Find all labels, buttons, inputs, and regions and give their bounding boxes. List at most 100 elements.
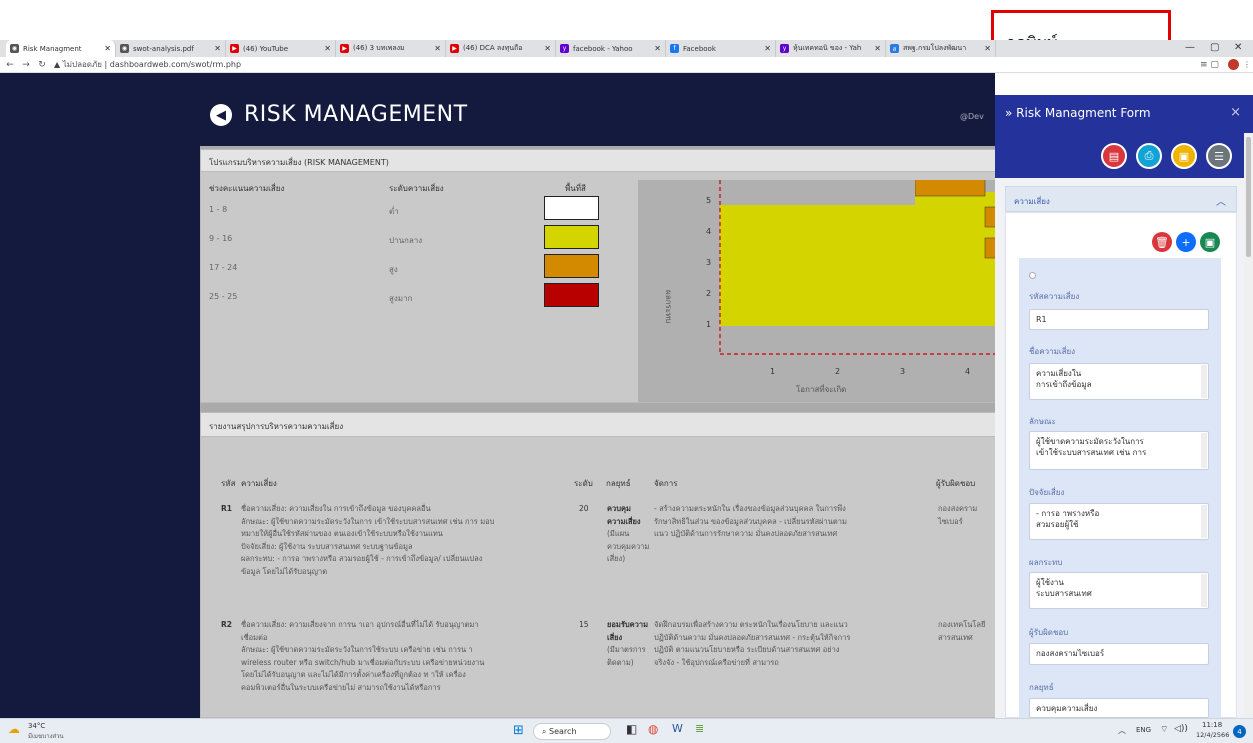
legend-level: สูงมาก [389,294,413,303]
maximize-icon[interactable]: ▢ [1210,42,1219,53]
textarea-nature[interactable]: ผู้ใช้ขาดความระมัดระวังในการ เข้าใช้ระบบ… [1029,431,1209,470]
legend-range: 9 - 16 [209,234,233,243]
profile-avatar[interactable] [1228,59,1239,70]
legend-level: ปานกลาง [389,236,423,245]
x-tick-label: 4 [965,367,970,376]
strategy-line: (มีมาตรการ [607,645,646,654]
forward-icon[interactable]: → [20,60,32,70]
risk-line: ผลกระทบ: - การอ าพรางหรือ สวมรอยผู้ใช้ -… [241,554,483,563]
tab-title: หุ้นเทคทอนิ ของ - Yah [793,44,862,52]
word-icon[interactable]: W [672,722,683,735]
language-indicator[interactable]: ENG [1136,726,1151,734]
notepad-icon[interactable]: ≣ [695,722,704,735]
side-top-strip [995,73,1253,95]
print-button[interactable]: ⎙ [1136,143,1162,169]
textarea-name[interactable]: ความเสี่ยงใน การเข้าถึงข้อมูล [1029,363,1209,400]
scroll-thumb[interactable] [1246,137,1251,257]
url-field[interactable]: ▲ ไม่ปลอดภัย | dashboardweb.com/swot/rm.… [54,58,241,71]
taskbar-search[interactable]: ⌕ Search [533,723,611,740]
tab-close-icon[interactable]: ✕ [434,44,441,53]
label-impact: ผลกระทบ [1029,558,1063,567]
risk-line: ลักษณะ: ผู้ใช้ขาดความระมัดระวังในการ เข้… [241,516,495,526]
delete-button[interactable]: 🗑 [1152,232,1172,252]
tab-favicon-icon: ▶ [450,44,459,53]
notification-badge[interactable]: 4 [1233,725,1246,738]
radio-select[interactable] [1029,272,1036,279]
textarea-nature-text: ผู้ใช้ขาดความระมัดระวังในการ เข้าใช้ระบบ… [1036,437,1147,457]
browser-tab[interactable]: y หุ้นเทคทอนิ ของ - Yah ✕ [776,40,886,57]
x-tick-label: 3 [900,367,905,376]
tab-close-icon[interactable]: ✕ [214,44,221,53]
wifi-icon[interactable]: ⌔ [1160,724,1168,735]
tab-close-icon[interactable]: ✕ [104,44,111,53]
x-tick-label: 2 [835,367,840,376]
tab-title: (46) 3 บทเพลงม [353,44,405,52]
scrollbar[interactable] [1201,433,1207,468]
report-owner-cell: กองเทคโนโลยี สารสนเทศ [938,619,999,644]
pdf-button[interactable]: ▤ [1101,143,1127,169]
browser-tab[interactable]: ◉ Risk Managment ✕ [6,40,116,57]
textarea-impact[interactable]: ผู้ใช้งาน ระบบสารสนเทศ [1029,572,1209,609]
risk-section-toggle[interactable]: ความเสี่ยง ︿ [1005,186,1237,212]
tab-close-icon[interactable]: ✕ [654,44,661,53]
textarea-factor[interactable]: - การอ าพรางหรือ สวมรอยผู้ใช้ [1029,503,1209,540]
clock-time[interactable]: 11:18 [1202,721,1222,729]
browser-tab[interactable]: ▶ (46) YouTube ✕ [226,40,336,57]
browser-tab[interactable]: ▶ (46) 3 บทเพลงม ✕ [336,40,446,57]
extensions-icon[interactable]: ≡ ▢ [1200,60,1219,70]
menu-icon[interactable]: ⋮ [1243,60,1251,69]
tab-close-icon[interactable]: ✕ [984,44,991,53]
browser-tab[interactable]: ▶ (46) DCA ลงทุนถือ ✕ [446,40,556,57]
tab-close-icon[interactable]: ✕ [544,44,551,53]
heat-cell-empty [720,180,915,205]
input-code[interactable]: R1 [1029,309,1209,330]
risk-line: หมายให้ผู้อื่นใช้รหัสผ่านของ ตนเองเข้าใช… [241,529,443,538]
security-label: ไม่ปลอดภัย [62,60,102,69]
tray-chevron-icon[interactable]: ︿ [1118,725,1126,736]
browser-tab[interactable]: ส สพฐ.กรมโปลงพัฒนา ✕ [886,40,996,57]
add-button[interactable]: + [1176,232,1196,252]
browser-tab[interactable]: f Facebook ✕ [666,40,776,57]
minimize-icon[interactable]: — [1185,42,1195,53]
clock-date[interactable]: 12/4/2566 [1196,731,1229,739]
url-text: dashboardweb.com/swot/rm.php [109,60,242,69]
legend-swatch [544,225,599,249]
scrollbar[interactable] [1201,574,1207,607]
x-axis-label: โอกาสที่จะเกิด [796,383,846,394]
page-title: RISK MANAGEMENT [244,102,468,127]
browser-tab[interactable]: y facebook - Yahoo ✕ [556,40,666,57]
input-owner[interactable]: กองสงครามไซเบอร์ [1029,643,1209,665]
scrollbar[interactable] [1201,365,1207,398]
scrollbar[interactable] [1201,505,1207,538]
side-close-icon[interactable]: × [1230,105,1241,120]
save-button[interactable]: ▣ [1200,232,1220,252]
window-close-icon[interactable]: ✕ [1234,42,1242,53]
legend-swatch [544,283,599,307]
chrome-icon[interactable]: ◍ [648,722,658,736]
weather-icon[interactable]: ☁ [8,722,20,736]
reload-icon[interactable]: ↻ [36,60,48,70]
tab-favicon-icon: y [560,44,569,53]
tab-favicon-icon: ◉ [10,44,19,53]
label-owner: ผู้รับผิดชอบ [1029,628,1069,637]
tab-title: สพฐ.กรมโปลงพัฒนา [903,44,967,52]
tab-title: Risk Managment [23,44,82,53]
list-button[interactable]: ☰ [1206,143,1232,169]
browser-tab[interactable]: ◉ swot-analysis.pdf ✕ [116,40,226,57]
tab-close-icon[interactable]: ✕ [764,44,771,53]
owner-line: สารสนเทศ [938,632,973,642]
side-form-header: » Risk Managment Form × [995,95,1253,133]
manage-line: ปฏิบัติด้านความ มั่นคงปลอดภัยสารสนเทศ - … [654,632,851,642]
address-bar: ← → ↻ ▲ ไม่ปลอดภัย | dashboardweb.com/sw… [0,57,1253,73]
back-icon[interactable]: ← [4,60,16,70]
export-button[interactable]: ▣ [1171,143,1197,169]
input-strategy[interactable]: ควบคุมความเสี่ยง [1029,698,1209,718]
tab-close-icon[interactable]: ✕ [324,44,331,53]
task-view-icon[interactable]: ◧ [626,722,637,736]
volume-icon[interactable]: ◁)) [1174,724,1188,734]
windows-start-icon[interactable]: ⊞ [513,723,524,738]
tab-close-icon[interactable]: ✕ [874,44,881,53]
side-scrollbar[interactable] [1244,133,1253,718]
tab-favicon-icon: ส [890,44,899,53]
strategy-line: ติดตาม) [607,657,634,667]
